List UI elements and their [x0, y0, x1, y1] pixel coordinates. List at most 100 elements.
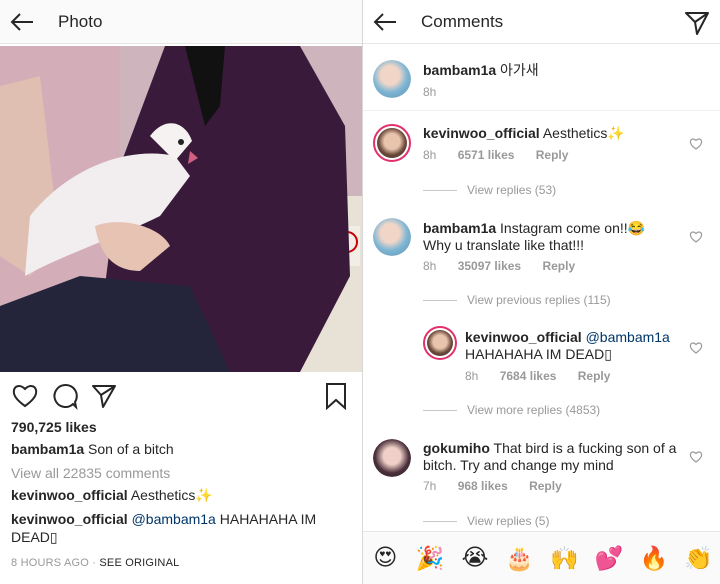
back-arrow-icon	[373, 12, 396, 31]
comment-text-2: bitch. Try and change my mind	[423, 457, 614, 473]
comment-likes[interactable]: 35097 likes	[458, 259, 521, 273]
comment-meta: 8h 7684 likes Reply	[465, 369, 628, 383]
emoji-party-popper[interactable]: 🎉	[415, 543, 445, 573]
view-all-comments-link[interactable]: View all 22835 comments	[11, 464, 356, 482]
view-replies-link[interactable]: View replies (5)	[423, 514, 549, 528]
avatar[interactable]	[423, 326, 457, 360]
post-timestamp-row: 8 HOURS AGO · SEE ORIGINAL	[11, 557, 180, 569]
comment-mention[interactable]: @bambam1a	[132, 511, 216, 527]
view-replies-text[interactable]: View more replies (4853)	[467, 403, 600, 417]
reply-button[interactable]: Reply	[578, 369, 611, 383]
avatar[interactable]	[373, 218, 411, 256]
view-replies-link[interactable]: View replies (53)	[423, 183, 556, 197]
preview-comment-2: kevinwoo_official @bambam1a HAHAHAHA IM …	[11, 510, 356, 546]
comment-meta: 7h 968 likes Reply	[423, 479, 580, 493]
comment-time: 8h	[423, 85, 437, 99]
see-original-link[interactable]: SEE ORIGINAL	[99, 557, 179, 569]
emoji-cake[interactable]: 🎂	[505, 543, 535, 573]
page-title: Photo	[58, 11, 103, 31]
comment-text-2: DEAD▯	[11, 529, 58, 545]
emoji-fire[interactable]: 🔥	[639, 543, 669, 573]
emoji-crying[interactable]: 😭	[460, 543, 490, 573]
emoji-clapping[interactable]: 👏	[684, 543, 714, 573]
view-replies-text[interactable]: View previous replies (115)	[467, 293, 611, 307]
comment-text: Aesthetics✨	[130, 487, 213, 503]
comment-text-2: HAHAHAHA IM DEAD▯	[465, 346, 612, 362]
comment-user[interactable]: kevinwoo_official	[11, 487, 128, 503]
avatar[interactable]	[373, 439, 411, 477]
comment-user[interactable]: bambam1a	[423, 62, 496, 78]
comment-body: gokumiho That bird is a fucking son of a…	[423, 440, 676, 474]
like-heart-icon[interactable]	[689, 230, 703, 244]
avatar[interactable]	[373, 60, 411, 98]
bookmark-icon[interactable]	[322, 382, 350, 410]
view-previous-replies-link[interactable]: View previous replies (115)	[423, 293, 611, 307]
comment-mention[interactable]: @bambam1a	[586, 329, 670, 345]
comment-time: 8h	[465, 369, 479, 383]
like-heart-icon[interactable]	[689, 341, 703, 355]
avatar[interactable]	[373, 124, 411, 162]
comment-text: 아가새	[500, 62, 539, 78]
comment-meta: 8h 35097 likes Reply	[423, 259, 593, 273]
comment-text: HAHAHAHA IM	[215, 511, 317, 527]
comment-body: bambam1a Instagram come on!!😂 Why u tran…	[423, 220, 645, 254]
comment-text: Aesthetics✨	[542, 125, 625, 141]
page-title: Comments	[421, 11, 504, 31]
post-time: 8 HOURS AGO	[11, 557, 89, 569]
comment-user[interactable]: kevinwoo_official	[465, 329, 582, 345]
emoji-heart-eyes[interactable]: 😍	[370, 543, 400, 573]
divider	[363, 110, 720, 111]
comments-screen: Comments bambam1a 아가새 8h kevinwoo_offici…	[362, 0, 720, 584]
view-replies-text[interactable]: View replies (5)	[467, 514, 549, 528]
comment-body: kevinwoo_official Aesthetics✨	[423, 125, 625, 142]
comment-text: Instagram come on!!😂	[500, 220, 646, 236]
likes-count: 790,725 likes	[11, 419, 97, 435]
post-actions	[0, 380, 362, 412]
emoji-raised-hands[interactable]: 🙌	[549, 543, 579, 573]
emoji-two-hearts[interactable]: 💕	[594, 543, 624, 573]
reply-line	[423, 189, 457, 191]
comment-body: kevinwoo_official @bambam1a HAHAHAHA IM …	[465, 329, 670, 363]
comment-meta: 8h 6571 likes Reply	[423, 148, 586, 162]
view-replies-text[interactable]: View replies (53)	[467, 183, 556, 197]
reply-line	[423, 520, 457, 522]
comment-body: bambam1a 아가새	[423, 62, 539, 79]
emoji-quick-bar: 😍 🎉 😭 🎂 🙌 💕 🔥 👏	[363, 531, 720, 584]
comment-text-2: Why u translate like that!!!	[423, 237, 585, 253]
view-more-replies-link[interactable]: View more replies (4853)	[423, 403, 600, 417]
comment-time: 8h	[423, 259, 437, 273]
reply-button[interactable]: Reply	[529, 479, 562, 493]
like-heart-icon[interactable]	[11, 382, 39, 410]
back-button[interactable]	[0, 0, 44, 44]
comment-time: 8h	[423, 148, 437, 162]
back-button[interactable]	[363, 0, 407, 44]
like-heart-icon[interactable]	[689, 450, 703, 464]
comment-user[interactable]: kevinwoo_official	[11, 511, 128, 527]
caption-user[interactable]: bambam1a	[11, 441, 84, 457]
reply-button[interactable]: Reply	[542, 259, 575, 273]
comment-user[interactable]: gokumiho	[423, 440, 490, 456]
photo-header: Photo	[0, 0, 362, 44]
reply-button[interactable]: Reply	[536, 148, 569, 162]
share-icon[interactable]	[90, 382, 118, 410]
comment-likes[interactable]: 6571 likes	[458, 148, 515, 162]
photo-screen: Photo 790,725 likes bambam1a Son of a bi…	[0, 0, 362, 584]
comment-text: That bird is a fucking son of a	[493, 440, 677, 456]
comment-user[interactable]: kevinwoo_official	[423, 125, 540, 141]
comment-likes[interactable]: 7684 likes	[500, 369, 557, 383]
direct-send-icon[interactable]	[684, 10, 710, 36]
comment-user[interactable]: bambam1a	[423, 220, 496, 236]
comment-time: 7h	[423, 479, 437, 493]
comment-likes[interactable]: 968 likes	[458, 479, 508, 493]
post-photo[interactable]	[0, 46, 362, 372]
comments-header: Comments	[363, 0, 720, 44]
like-heart-icon[interactable]	[689, 137, 703, 151]
preview-comment-1: kevinwoo_official Aesthetics✨	[11, 486, 356, 504]
photo-illustration	[0, 46, 362, 372]
back-arrow-icon	[10, 12, 33, 31]
reply-line	[423, 299, 457, 301]
comment-icon[interactable]	[51, 382, 79, 410]
caption: bambam1a Son of a bitch	[11, 440, 356, 458]
caption-text: Son of a bitch	[88, 441, 174, 457]
reply-line	[423, 409, 457, 411]
